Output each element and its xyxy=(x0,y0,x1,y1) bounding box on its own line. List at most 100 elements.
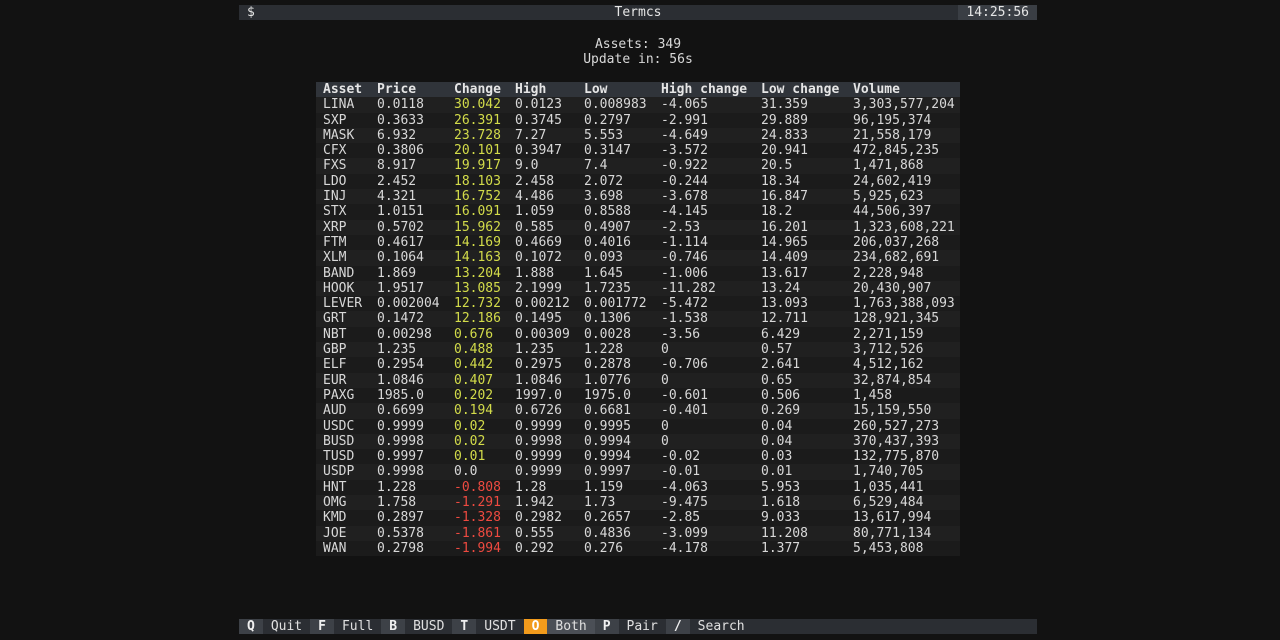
keybind-quit-button[interactable]: Q Quit xyxy=(239,619,310,634)
cell-high-change: -9.475 xyxy=(661,495,708,511)
assets-count: Assets: 349 xyxy=(594,37,682,52)
table-row[interactable]: PAXG 1985.0 0.202 1997.0 1975.0 -0.601 0.506 1,… xyxy=(316,388,960,403)
keybind-busd-button[interactable]: B BUSD xyxy=(381,619,452,634)
table-row[interactable]: HOOK 1.9517 13.085 2.1999 1.7235 -11.282 13.24… xyxy=(316,280,960,297)
cell-asset: USDC xyxy=(323,418,355,434)
column-header-high-change[interactable]: High change xyxy=(661,82,747,97)
cell-low-change: 0.57 xyxy=(761,342,793,358)
cell-low: 0.4836 xyxy=(584,525,631,541)
cell-high-change: -2.991 xyxy=(661,112,708,128)
table-row[interactable]: USDC 0.9999 0.02 0.9999 0.9995 0 0.04 260,527,2… xyxy=(316,419,960,434)
cell-price: 0.3806 xyxy=(377,143,424,159)
cell-change: -0.808 xyxy=(454,479,501,495)
key-label: Search xyxy=(697,619,745,634)
table-row[interactable]: NBT 0.00298 0.676 0.00309 0.0028 -3.56 6.429 2,… xyxy=(316,327,960,342)
table-row[interactable]: JOE 0.5378 -1.861 0.555 0.4836 -3.099 11.208 80… xyxy=(316,525,960,541)
table-row[interactable]: LINA 0.0118 30.042 0.0123 0.008983 -4.065 31.3… xyxy=(316,97,960,113)
key-cap: P xyxy=(594,619,619,634)
column-header-price[interactable]: Price xyxy=(377,82,416,97)
table-row[interactable]: INJ 4.321 16.752 4.486 3.698 -3.678 16.847 5,92… xyxy=(316,189,960,205)
cell-low-change: 14.409 xyxy=(761,250,808,266)
cell-price: 1.228 xyxy=(377,479,417,495)
column-header-change[interactable]: Change xyxy=(454,82,501,97)
table-row[interactable]: OMG 1.758 -1.291 1.942 1.73 -9.475 1.618 6,529,… xyxy=(316,495,960,511)
table-row[interactable]: USDP 0.9998 0.0 0.9999 0.9997 -0.01 0.01 1,740,… xyxy=(316,464,960,480)
table-row[interactable]: XRP 0.5702 15.962 0.585 0.4907 -2.53 16.201 1,3… xyxy=(316,219,960,235)
cell-change: 16.091 xyxy=(454,204,501,220)
keybind-full-button[interactable]: F Full xyxy=(310,619,381,634)
cell-high: 0.1072 xyxy=(515,250,562,266)
table-row[interactable]: BAND 1.869 13.204 1.888 1.645 -1.006 13.617 2,2… xyxy=(316,266,960,281)
cell-asset: STX xyxy=(323,204,347,220)
table-row[interactable]: KMD 0.2897 -1.328 0.2982 0.2657 -2.85 9.033 13,… xyxy=(316,510,960,525)
keybind-both-button[interactable]: O Both xyxy=(523,619,595,634)
table-row[interactable]: STX 1.0151 16.091 1.059 0.8588 -4.145 18.2 44,5… xyxy=(316,204,960,219)
cell-price: 1.869 xyxy=(377,265,417,281)
cell-low: 0.3147 xyxy=(584,143,631,159)
cell-price: 0.2954 xyxy=(377,357,424,373)
cell-asset: KMD xyxy=(323,510,347,526)
cell-high-change: -2.53 xyxy=(661,219,701,235)
cell-high: 0.9998 xyxy=(515,433,562,449)
cell-low-change: 0.04 xyxy=(761,418,793,434)
table-row[interactable]: GRT 0.1472 12.186 0.1495 0.1306 -1.538 12.711 1… xyxy=(316,311,960,327)
cell-high: 0.0123 xyxy=(515,97,562,113)
cell-high: 1.28 xyxy=(515,479,547,495)
table-row[interactable]: MASK 6.932 23.728 7.27 5.553 -4.649 24.833 21,5… xyxy=(316,127,960,144)
table-row[interactable]: SXP 0.3633 26.391 0.3745 0.2797 -2.991 29.889 9… xyxy=(316,113,960,128)
table-row[interactable]: WAN 0.2798 -1.994 0.292 0.276 -4.178 1.377 5,45… xyxy=(316,541,960,556)
cell-high-change: -3.099 xyxy=(661,525,708,541)
title-bar: $ Termcs 14:25:56 xyxy=(239,5,1037,20)
table-row[interactable]: TUSD 0.9997 0.01 0.9999 0.9994 -0.02 0.03 132,7… xyxy=(316,449,960,464)
table-row[interactable]: AUD 0.6699 0.194 0.6726 0.6681 -0.401 0.269 15,… xyxy=(316,403,960,419)
table-row[interactable]: ELF 0.2954 0.442 0.2975 0.2878 -0.706 2.641 4,5… xyxy=(316,357,960,372)
cell-asset: OMG xyxy=(323,495,347,511)
cell-change: -1.861 xyxy=(454,525,501,541)
assets-table: Asset Price Change High Low High change Low ch… xyxy=(316,82,960,557)
column-header-high[interactable]: High xyxy=(515,82,546,97)
keybind-search-button[interactable]: / Search xyxy=(665,619,753,634)
cell-low: 0.4907 xyxy=(584,219,631,235)
column-header-low[interactable]: Low xyxy=(584,82,607,97)
cell-asset: LDO xyxy=(323,173,347,189)
table-row[interactable]: LEVER 0.002004 12.732 0.00212 0.001772 -5.472… xyxy=(316,296,960,311)
cell-volume: 5,453,808 xyxy=(853,540,924,556)
cell-high: 4.486 xyxy=(515,189,555,205)
cell-change: 16.752 xyxy=(454,189,501,205)
cell-high: 2.1999 xyxy=(515,280,562,296)
cell-low: 0.093 xyxy=(584,250,624,266)
cell-low-change: 6.429 xyxy=(761,326,801,342)
cell-high-change: -0.601 xyxy=(661,387,708,403)
cell-low-change: 0.269 xyxy=(761,403,801,419)
table-row[interactable]: CFX 0.3806 20.101 0.3947 0.3147 -3.572 20.941 4… xyxy=(316,143,960,158)
keybind-usdt-button[interactable]: T USDT xyxy=(452,619,523,634)
cell-change: 0.0 xyxy=(454,464,478,480)
cell-volume: 4,512,162 xyxy=(853,357,924,373)
cell-price: 0.9997 xyxy=(377,449,424,465)
cell-high: 0.1495 xyxy=(515,311,562,327)
cell-high-change: 0 xyxy=(661,342,669,358)
cell-volume: 1,458 xyxy=(853,387,893,403)
table-row[interactable]: HNT 1.228 -0.808 1.28 1.159 -4.063 5.953 1,035,… xyxy=(316,480,960,495)
table-row[interactable]: GBP 1.235 0.488 1.235 1.228 0 0.57 3,712,526 xyxy=(316,342,960,358)
cell-high-change: -1.538 xyxy=(661,311,708,327)
terminal-window: $ Termcs 14:25:56 Assets: 349 Update in:… xyxy=(239,5,1037,635)
column-header-low-change[interactable]: Low change xyxy=(761,82,839,97)
column-header-volume[interactable]: Volume xyxy=(853,82,900,97)
table-row[interactable]: XLM 0.1064 14.163 0.1072 0.093 -0.746 14.409 23… xyxy=(316,250,960,266)
cell-high-change: 0 xyxy=(661,433,669,449)
cell-change: 0.488 xyxy=(454,342,494,358)
keybind-pair-button[interactable]: P Pair xyxy=(594,619,666,634)
cell-high-change: -1.006 xyxy=(661,265,708,281)
column-header-asset[interactable]: Asset xyxy=(323,82,362,97)
table-row[interactable]: BUSD 0.9998 0.02 0.9998 0.9994 0 0.04 370,437,3… xyxy=(316,433,960,450)
cell-price: 0.1064 xyxy=(377,250,424,266)
cell-volume: 2,271,159 xyxy=(853,326,924,342)
cell-low: 1.228 xyxy=(584,342,624,358)
table-row[interactable]: EUR 1.0846 0.407 1.0846 1.0776 0 0.65 32,874,85… xyxy=(316,372,960,388)
table-row[interactable]: FTM 0.4617 14.169 0.4669 0.4016 -1.114 14.965 2… xyxy=(316,235,960,250)
key-label: Quit xyxy=(270,619,303,634)
cell-low-change: 13.24 xyxy=(761,280,801,296)
table-row[interactable]: LDO 2.452 18.103 2.458 2.072 -0.244 18.34 24,60… xyxy=(316,174,960,189)
table-row[interactable]: FXS 8.917 19.917 9.0 7.4 -0.922 20.5 1,471,868 xyxy=(316,158,960,174)
